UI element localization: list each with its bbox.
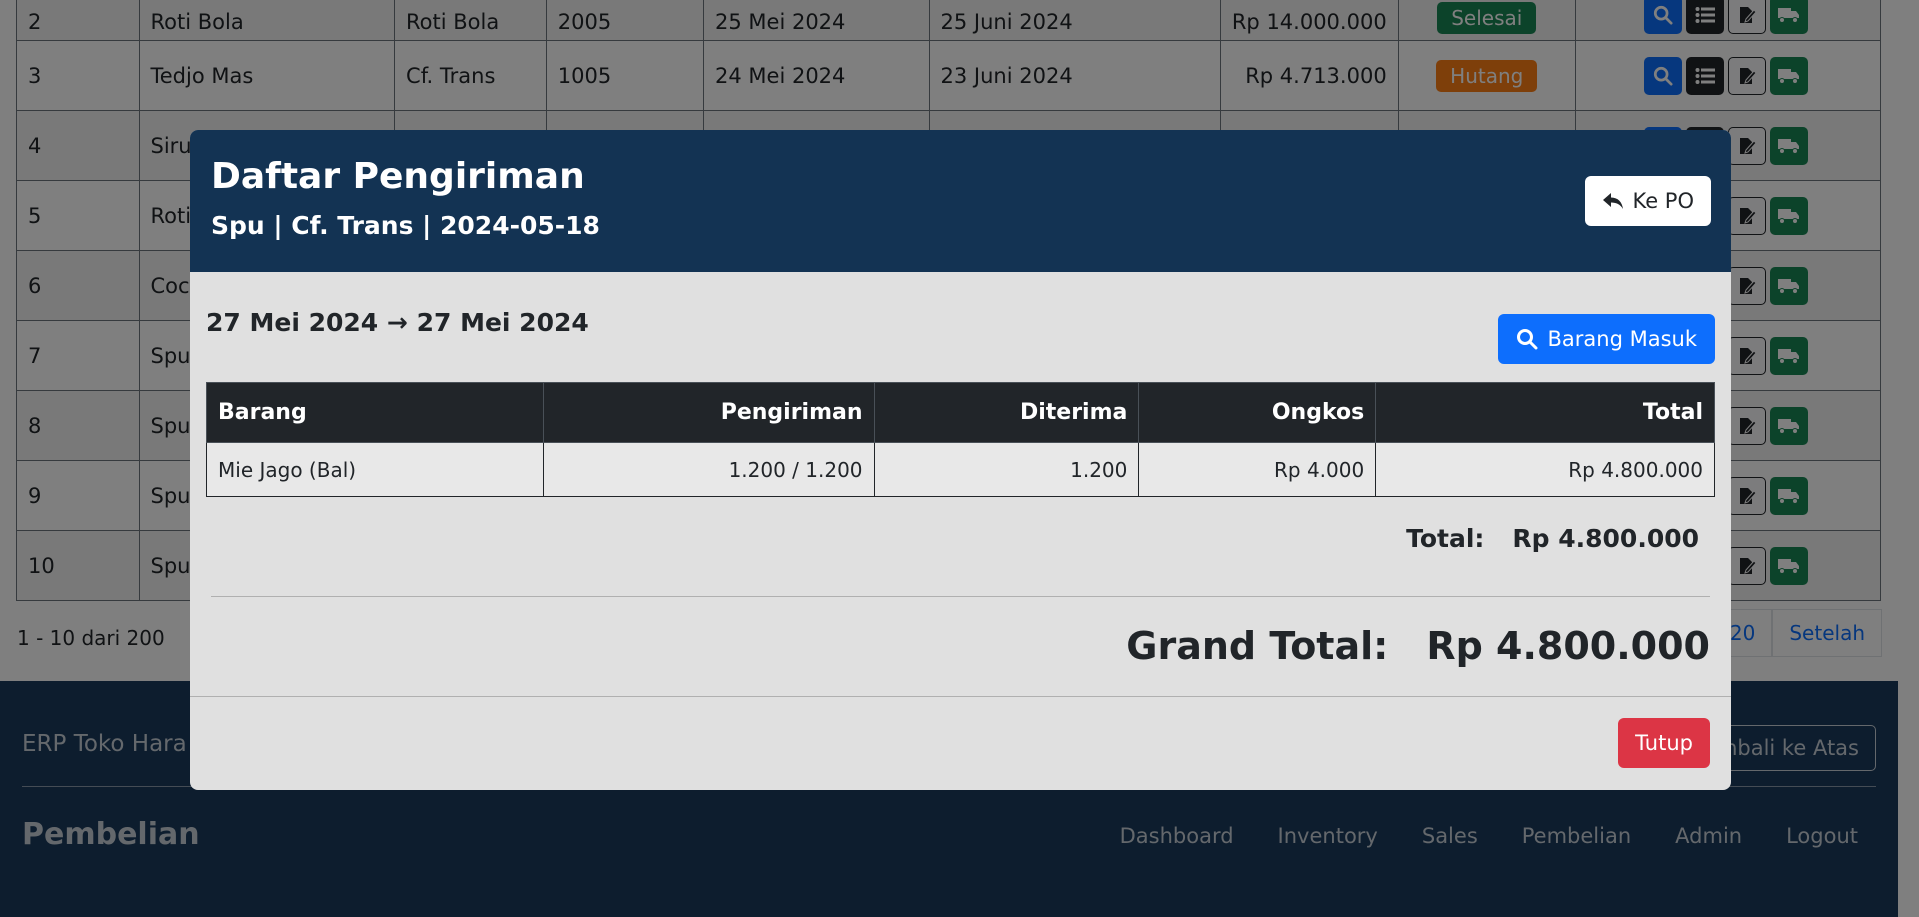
shipment-table: Barang Pengiriman Diterima Ongkos Total … [206,382,1715,497]
shipment-modal: Daftar Pengiriman Spu | Cf. Trans | 2024… [190,130,1731,790]
modal-subtitle: Spu | Cf. Trans | 2024-05-18 [211,211,600,240]
back-to-po-label: Ke PO [1632,189,1694,213]
barang-masuk-button[interactable]: Barang Masuk [1497,314,1715,364]
modal-divider [211,596,1710,597]
grand-total: Grand Total: Rp 4.800.000 [1126,624,1710,668]
subtotal: Total: Rp 4.800.000 [1406,524,1699,553]
modal-title: Daftar Pengiriman [211,156,585,197]
cell-diterima: 1.200 [873,442,1140,497]
barang-masuk-label: Barang Masuk [1547,327,1698,351]
date-range: 27 Mei 2024 → 27 Mei 2024 [206,308,589,337]
shipment-table-header: Barang Pengiriman Diterima Ongkos Total [206,382,1715,443]
back-to-po-button[interactable]: Ke PO [1585,176,1711,226]
modal-header: Daftar Pengiriman Spu | Cf. Trans | 2024… [190,130,1731,272]
arrow-right-icon: → [386,308,408,337]
search-icon [1516,329,1537,350]
table-row: Mie Jago (Bal) 1.200 / 1.200 1.200 Rp 4.… [206,442,1715,497]
col-ongkos: Ongkos [1138,382,1377,443]
modal-footer: Tutup [190,696,1731,790]
grand-total-value: Rp 4.800.000 [1426,624,1710,668]
cell-barang: Mie Jago (Bal) [206,442,544,497]
col-barang: Barang [206,382,544,443]
close-button[interactable]: Tutup [1618,718,1710,768]
date-from: 27 Mei 2024 [206,308,379,337]
cell-ongkos: Rp 4.000 [1138,442,1377,497]
subtotal-label: Total: [1406,524,1485,553]
date-to: 27 Mei 2024 [416,308,589,337]
col-diterima: Diterima [873,382,1140,443]
cell-total: Rp 4.800.000 [1375,442,1715,497]
reply-arrow-icon [1603,193,1624,209]
col-total: Total [1375,382,1715,443]
subtotal-value: Rp 4.800.000 [1512,524,1699,553]
cell-pengiriman: 1.200 / 1.200 [542,442,875,497]
grand-total-label: Grand Total: [1126,624,1389,668]
col-pengiriman: Pengiriman [542,382,875,443]
